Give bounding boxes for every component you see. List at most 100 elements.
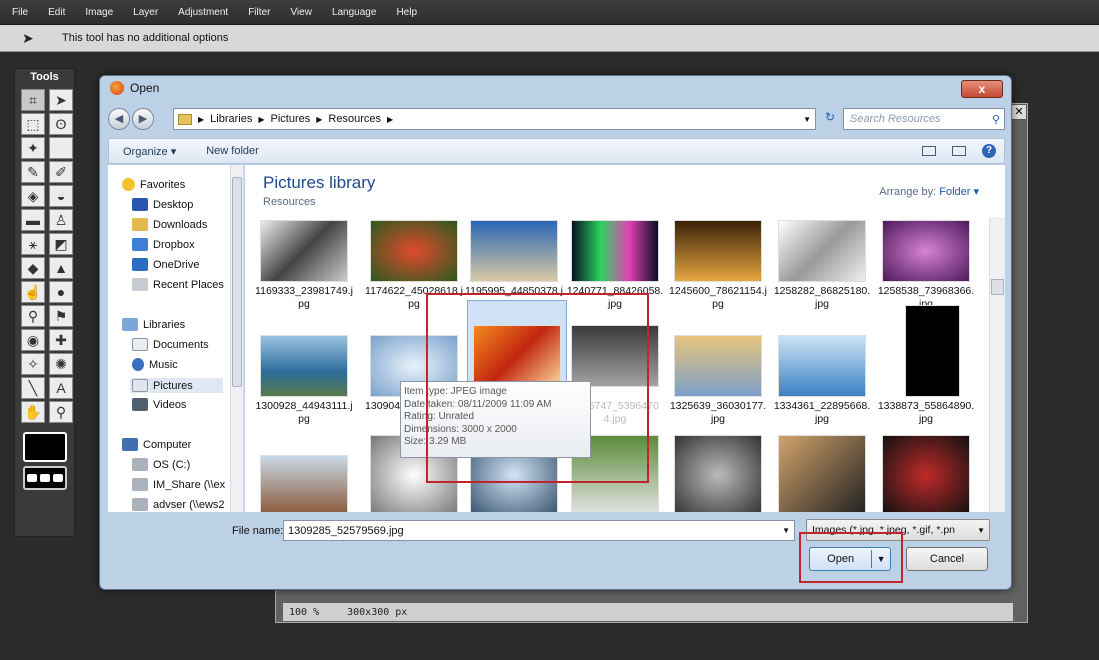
file-name-label[interactable]: 1300928_44943111.jpg bbox=[255, 400, 353, 426]
arrange-by[interactable]: Arrange by: Folder ▾ bbox=[879, 185, 979, 198]
menu-adjustment[interactable]: Adjustment bbox=[178, 7, 228, 18]
nav-im-share[interactable]: IM_Share (\\ex bbox=[132, 478, 225, 491]
file-scroll-thumb[interactable] bbox=[991, 279, 1004, 295]
bloat-tool-icon[interactable]: ✧ bbox=[21, 353, 45, 375]
file-thumbnail[interactable] bbox=[470, 220, 558, 282]
nav-documents[interactable]: Documents bbox=[132, 338, 209, 351]
back-button[interactable]: ◀ bbox=[108, 108, 130, 130]
color-replace-icon[interactable]: ⚹ bbox=[21, 233, 45, 255]
file-thumbnail[interactable] bbox=[571, 220, 659, 282]
menu-image[interactable]: Image bbox=[85, 7, 113, 18]
view-options-icon[interactable] bbox=[922, 146, 936, 156]
nav-scrollbar[interactable] bbox=[230, 165, 243, 512]
nav-advser[interactable]: advser (\\ews2 bbox=[132, 498, 225, 511]
color-swatch[interactable] bbox=[23, 432, 67, 462]
file-thumbnail[interactable] bbox=[778, 220, 866, 282]
swatch-palette[interactable] bbox=[23, 466, 67, 490]
refresh-icon[interactable]: ↻ bbox=[820, 110, 840, 128]
magic-wand-icon[interactable]: ✦ bbox=[21, 137, 45, 159]
pinch-tool-icon[interactable]: ✺ bbox=[49, 353, 73, 375]
new-folder-button[interactable]: New folder bbox=[206, 145, 259, 157]
sharpen-tool-icon[interactable]: ▲ bbox=[49, 257, 73, 279]
red-eye-icon[interactable]: ◉ bbox=[21, 329, 45, 351]
nav-computer[interactable]: Computer bbox=[122, 438, 191, 451]
organize-button[interactable]: Organize ▾ bbox=[123, 145, 176, 158]
menu-layer[interactable]: Layer bbox=[133, 7, 158, 18]
drawing-tool-icon[interactable]: ◩ bbox=[49, 233, 73, 255]
breadcrumb-resources[interactable]: Resources bbox=[328, 113, 381, 125]
lasso-tool-icon[interactable]: ʘ bbox=[49, 113, 73, 135]
nav-scroll-thumb[interactable] bbox=[232, 177, 242, 387]
file-thumbnail[interactable] bbox=[882, 220, 970, 282]
nav-dropbox[interactable]: Dropbox bbox=[132, 238, 195, 251]
dodge-tool-icon[interactable]: ⚲ bbox=[21, 305, 45, 327]
forward-button[interactable]: ▶ bbox=[132, 108, 154, 130]
nav-libraries[interactable]: Libraries bbox=[122, 318, 185, 331]
dialog-close-button[interactable]: x bbox=[961, 80, 1003, 98]
file-thumbnail[interactable] bbox=[260, 220, 348, 282]
arrange-value[interactable]: Folder ▾ bbox=[939, 186, 979, 198]
file-thumbnail[interactable] bbox=[260, 455, 348, 512]
menu-edit[interactable]: Edit bbox=[48, 7, 65, 18]
file-name-label[interactable]: 1258282_86825180.jpg bbox=[773, 285, 871, 311]
file-thumbnail[interactable] bbox=[260, 335, 348, 397]
burn-tool-icon[interactable]: ⚑ bbox=[49, 305, 73, 327]
preview-pane-icon[interactable] bbox=[952, 146, 966, 156]
file-thumbnail[interactable] bbox=[674, 435, 762, 512]
hand-tool-icon[interactable]: ✋ bbox=[21, 401, 45, 423]
close-icon[interactable]: ✕ bbox=[1011, 104, 1027, 120]
breadcrumb-libraries[interactable]: Libraries bbox=[210, 113, 252, 125]
eraser-tool-icon[interactable]: ◈ bbox=[21, 185, 45, 207]
smudge-tool-icon[interactable]: ☝ bbox=[21, 281, 45, 303]
nav-downloads[interactable]: Downloads bbox=[132, 218, 207, 231]
move-tool-icon[interactable]: ➤ bbox=[49, 89, 73, 111]
menu-help[interactable]: Help bbox=[396, 7, 417, 18]
paint-bucket-icon[interactable]: ◒ bbox=[49, 185, 73, 207]
blur-tool-icon[interactable]: ◆ bbox=[21, 257, 45, 279]
nav-onedrive[interactable]: OneDrive bbox=[132, 258, 199, 271]
nav-pictures[interactable]: Pictures bbox=[130, 378, 223, 393]
menu-file[interactable]: File bbox=[12, 7, 28, 18]
type-tool-icon[interactable]: A bbox=[49, 377, 73, 399]
file-name-label[interactable]: 1325639_36030177.jpg bbox=[669, 400, 767, 426]
file-name-label[interactable]: 1334361_22895668.jpg bbox=[773, 400, 871, 426]
color-picker-icon[interactable]: ╲ bbox=[21, 377, 45, 399]
chevron-down-icon[interactable]: ▼ bbox=[977, 525, 985, 535]
file-thumbnail[interactable] bbox=[370, 220, 458, 282]
nav-recent[interactable]: Recent Places bbox=[132, 278, 224, 291]
pencil-tool-icon[interactable]: ✎ bbox=[21, 161, 45, 183]
file-scrollbar[interactable] bbox=[989, 217, 1005, 512]
file-thumbnail[interactable] bbox=[778, 335, 866, 397]
brush-tool-icon[interactable]: ✐ bbox=[49, 161, 73, 183]
file-name-label[interactable]: 1338873_55864890.jpg bbox=[877, 400, 975, 426]
address-bar[interactable]: ▶ Libraries ▶ Pictures ▶ Resources ▶ ▼ bbox=[173, 108, 816, 130]
address-dropdown-icon[interactable]: ▼ bbox=[803, 115, 811, 124]
search-input[interactable]: Search Resources ⚲ bbox=[843, 108, 1005, 130]
file-name-label[interactable]: 1245600_78621154.jpg bbox=[669, 285, 767, 311]
file-thumbnail[interactable] bbox=[905, 305, 960, 397]
nav-videos[interactable]: Videos bbox=[132, 398, 186, 411]
file-thumbnail[interactable] bbox=[778, 435, 866, 512]
nav-favorites[interactable]: Favorites bbox=[122, 178, 185, 191]
breadcrumb-pictures[interactable]: Pictures bbox=[271, 113, 311, 125]
zoom-level[interactable]: 100 % bbox=[289, 607, 319, 618]
file-thumbnail[interactable] bbox=[674, 220, 762, 282]
file-thumbnail[interactable] bbox=[882, 435, 970, 512]
sponge-tool-icon[interactable]: ● bbox=[49, 281, 73, 303]
zoom-tool-icon[interactable]: ⚲ bbox=[49, 401, 73, 423]
crop-tool-icon[interactable]: ⌗ bbox=[21, 89, 45, 111]
nav-music[interactable]: Music bbox=[132, 358, 178, 371]
cancel-button[interactable]: Cancel bbox=[906, 547, 988, 571]
menu-view[interactable]: View bbox=[290, 7, 312, 18]
file-name-label[interactable]: 1169333_23981749.jpg bbox=[255, 285, 353, 311]
search-icon[interactable]: ⚲ bbox=[992, 113, 1000, 126]
menu-language[interactable]: Language bbox=[332, 7, 377, 18]
file-thumbnail[interactable] bbox=[674, 335, 762, 397]
menu-filter[interactable]: Filter bbox=[248, 7, 270, 18]
file-name-input[interactable]: 1309285_52579569.jpg ▼ bbox=[283, 520, 795, 541]
spot-heal-icon[interactable]: ✚ bbox=[49, 329, 73, 351]
nav-desktop[interactable]: Desktop bbox=[132, 198, 193, 211]
help-icon[interactable]: ? bbox=[982, 144, 996, 158]
marquee-tool-icon[interactable]: ⬚ bbox=[21, 113, 45, 135]
gradient-tool-icon[interactable]: ▬ bbox=[21, 209, 45, 231]
